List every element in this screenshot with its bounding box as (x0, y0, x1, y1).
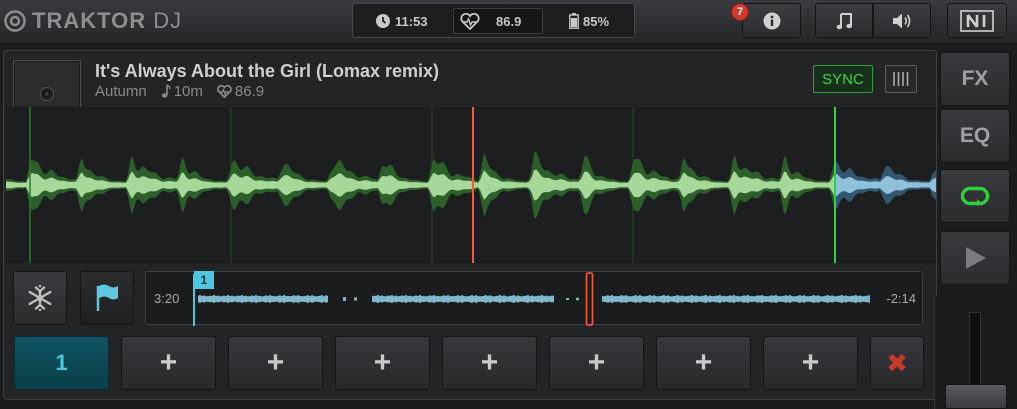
cue-button-1[interactable]: 1 (14, 336, 109, 390)
overview-position-marker[interactable] (585, 272, 594, 326)
battery-icon (569, 13, 579, 29)
heartbeat-icon (460, 13, 480, 30)
status-bar: 11:53 86.9 85% (352, 3, 635, 38)
tempo-fader-area (934, 296, 1017, 409)
flag-button[interactable] (80, 271, 134, 325)
overview-waveform (193, 272, 870, 326)
heartbeat-small-icon (217, 85, 232, 98)
overview-cue-marker[interactable]: 1 (194, 271, 214, 289)
beatgrid-icon (893, 72, 909, 86)
cue-button-4[interactable]: + (335, 336, 430, 390)
cue-row: 1 + + + + + + + ✖ (4, 334, 936, 396)
sync-button[interactable]: SYNC (813, 65, 873, 93)
notification-badge: 7 (731, 3, 749, 21)
track-key: 10m (173, 83, 203, 100)
waveform[interactable] (6, 107, 936, 263)
waveform-svg (6, 107, 936, 263)
track-bpm-wrap: 86.9 (217, 83, 264, 100)
audio-settings-button[interactable] (873, 3, 931, 38)
loop-button[interactable] (940, 169, 1010, 223)
clock-time: 11:53 (395, 13, 428, 29)
fx-button[interactable]: FX (940, 52, 1010, 106)
music-library-button[interactable] (815, 3, 873, 38)
freeze-button[interactable] (13, 271, 67, 325)
cue-button-8[interactable]: + (763, 336, 858, 390)
master-tempo[interactable]: 86.9 (453, 8, 543, 34)
logo-suffix: DJ (153, 8, 183, 33)
clock-status: 11:53 (375, 11, 428, 31)
cue-button-2[interactable]: + (121, 336, 216, 390)
cue-button-5[interactable]: + (442, 336, 537, 390)
cue-button-3[interactable]: + (228, 336, 323, 390)
cue-button-7[interactable]: + (656, 336, 751, 390)
logo-text: TRAKTOR (32, 8, 147, 33)
play-button[interactable] (940, 231, 1010, 285)
track-bpm: 86.9 (234, 83, 265, 100)
native-instruments-button[interactable] (947, 3, 1007, 38)
snowflake-icon (28, 284, 52, 312)
track-title: It's Always About the Girl (Lomax remix) (95, 61, 440, 81)
traktor-logo: TRAKTOR DJ (4, 7, 182, 35)
clock-icon (376, 14, 390, 28)
play-icon (966, 247, 986, 269)
loop-icon (960, 186, 990, 206)
deck: It's Always About the Girl (Lomax remix)… (3, 50, 937, 400)
top-bar: TRAKTOR DJ 11:53 86.9 85% 7 (0, 0, 1017, 44)
info-button[interactable] (742, 3, 801, 38)
delete-cue-button[interactable]: ✖ (870, 336, 924, 390)
tempo-fader-handle[interactable] (945, 384, 1007, 409)
overview-row: 3:20 -2:14 1 (4, 268, 936, 330)
flag-icon (96, 284, 118, 311)
traktor-logo-icon (4, 10, 26, 32)
vinyl-icon (40, 87, 54, 101)
track-artist: Autumn (95, 83, 147, 100)
music-note-icon (836, 12, 852, 29)
speaker-icon (893, 13, 911, 28)
eq-button[interactable]: EQ (940, 109, 1010, 163)
beatgrid-button[interactable] (885, 65, 917, 93)
track-overview[interactable]: 3:20 -2:14 1 (145, 271, 923, 326)
cue-button-6[interactable]: + (549, 336, 644, 390)
key-note-icon (161, 84, 171, 98)
info-icon (763, 12, 780, 29)
track-meta: Autumn 10m 86.9 (95, 83, 264, 100)
ni-logo-icon (960, 9, 994, 32)
master-bpm: 86.9 (496, 14, 522, 29)
battery-level: 85% (583, 13, 610, 29)
battery-status: 85% (569, 11, 609, 31)
track-key-wrap: 10m (161, 83, 203, 100)
